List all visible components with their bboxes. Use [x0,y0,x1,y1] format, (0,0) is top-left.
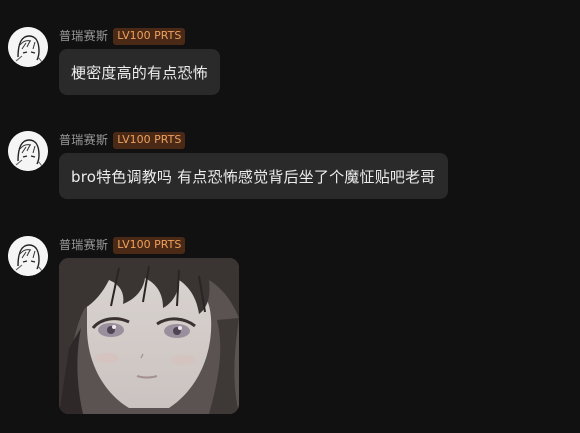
level-badge: LV100 PRTS [113,131,186,149]
avatar-sketch-icon [8,27,48,67]
avatar-sketch-icon [8,131,48,171]
level-badge: LV100 PRTS [113,27,186,45]
message-text: bro特色调教吗 有点恐怖感觉背后坐了个魔怔贴吧老哥 [71,167,436,186]
username[interactable]: 普瑞赛斯 [59,131,108,149]
message-header: 普瑞赛斯 LV100 PRTS [59,26,186,46]
image-message[interactable] [59,258,239,414]
avatar[interactable] [8,236,48,276]
message-header: 普瑞赛斯 LV100 PRTS [59,130,186,150]
avatar[interactable] [8,131,48,171]
message-text: 梗密度高的有点恐怖 [71,63,208,82]
username[interactable]: 普瑞赛斯 [59,27,108,45]
level-badge: LV100 PRTS [113,236,186,254]
avatar-sketch-icon [8,236,48,276]
message-header: 普瑞赛斯 LV100 PRTS [59,235,186,255]
username[interactable]: 普瑞赛斯 [59,236,108,254]
message-bubble[interactable]: 梗密度高的有点恐怖 [59,49,220,95]
anime-girl-face-sticker [59,258,239,414]
message-bubble[interactable]: bro特色调教吗 有点恐怖感觉背后坐了个魔怔贴吧老哥 [59,153,448,199]
chat-message-list: 普瑞赛斯 LV100 PRTS 梗密度高的有点恐怖 普瑞赛斯 LV100 PRT… [0,0,580,433]
avatar[interactable] [8,27,48,67]
